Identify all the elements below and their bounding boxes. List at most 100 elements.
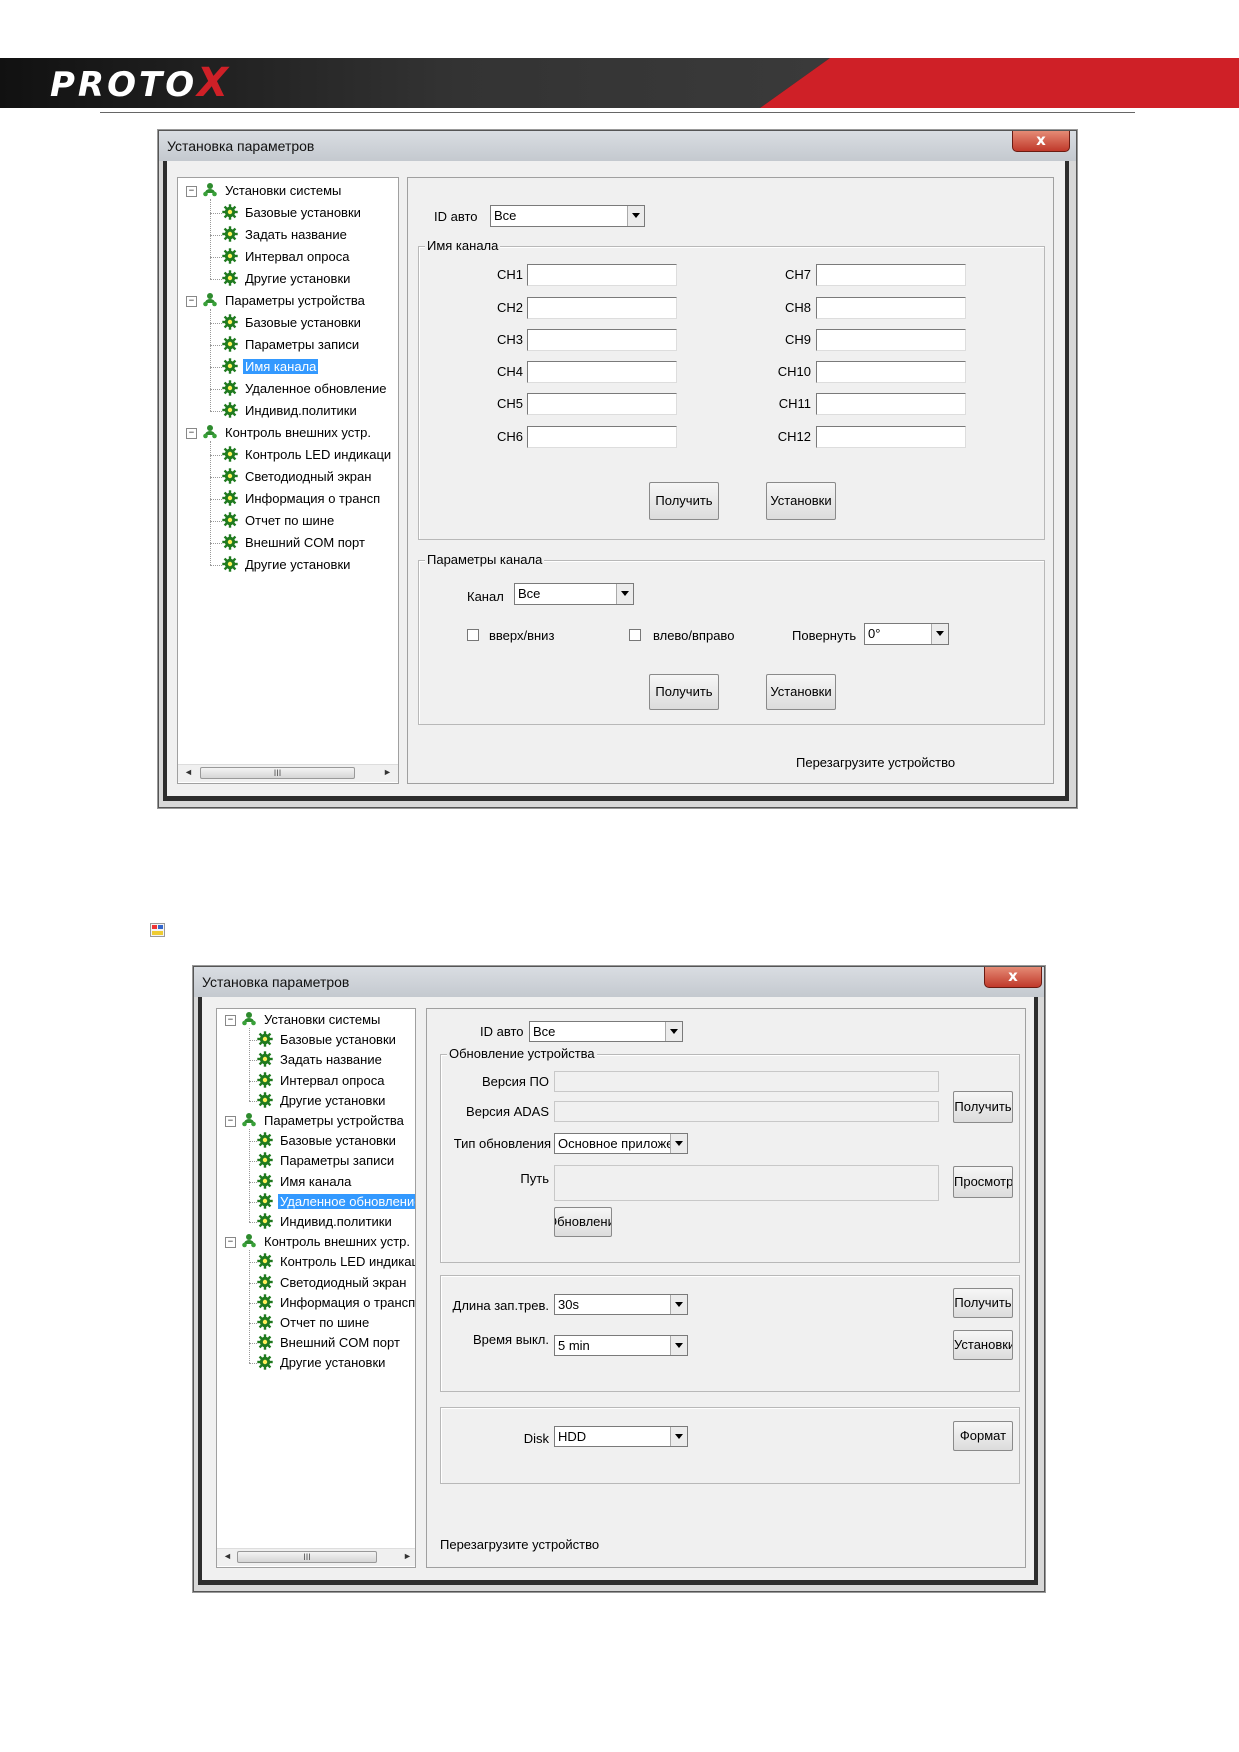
channel-name-input[interactable]	[527, 393, 677, 415]
channel-name-input[interactable]	[816, 297, 966, 319]
tree-leaf-node[interactable]: Базовые установки	[222, 204, 363, 222]
close-button[interactable]: x	[1012, 131, 1070, 152]
path-field[interactable]	[554, 1165, 939, 1201]
flip-horizontal-checkbox[interactable]	[629, 629, 641, 641]
tree-horizontal-scrollbar[interactable]: ◄ III ►	[178, 764, 398, 782]
channel-name-input[interactable]	[816, 393, 966, 415]
tree-leaf-node[interactable]: Задать название	[257, 1051, 384, 1069]
collapse-toggle-icon[interactable]: −	[225, 1237, 236, 1249]
channel-name-input[interactable]	[527, 264, 677, 286]
scroll-thumb[interactable]: III	[200, 767, 355, 779]
tree-leaf-node[interactable]: Внешний COM порт	[222, 534, 367, 552]
chevron-down-icon[interactable]	[616, 584, 633, 604]
update-type-select[interactable]: Основное приложе	[554, 1133, 688, 1154]
set-button-2[interactable]: Установки	[766, 674, 836, 710]
tree-leaf-node[interactable]: Базовые установки	[257, 1132, 398, 1150]
tree-leaf-node[interactable]: Другие установки	[257, 1354, 387, 1372]
chevron-down-icon[interactable]	[627, 206, 644, 226]
tree-leaf-node[interactable]: Другие установки	[222, 556, 352, 574]
tree-leaf-node[interactable]: Параметры записи	[222, 336, 361, 354]
id-auto-select[interactable]: Все	[529, 1021, 683, 1042]
channel-name-input[interactable]	[527, 329, 677, 351]
browse-button[interactable]: Просмотр	[953, 1166, 1013, 1198]
settings-tree[interactable]: ◄ III ► Установки системы − Базовые устано…	[216, 1008, 416, 1568]
tree-leaf-node[interactable]: Имя канала	[222, 358, 319, 376]
get-button[interactable]: Получить	[649, 482, 719, 520]
tree-group-node[interactable]: Параметры устройства	[202, 292, 367, 310]
disk-select[interactable]: HDD	[554, 1426, 688, 1447]
channel-name-input[interactable]	[816, 329, 966, 351]
tree-leaf-node[interactable]: Контроль LED индикаци	[222, 446, 393, 464]
flip-vertical-checkbox[interactable]	[467, 629, 479, 641]
alarm-length-select[interactable]: 30s	[554, 1294, 688, 1315]
tree-leaf-node[interactable]: Информация о трансп	[222, 490, 382, 508]
tree-leaf-node[interactable]: Удаленное обновление	[257, 1193, 415, 1211]
channel-name-input[interactable]	[527, 361, 677, 383]
tree-leaf-node[interactable]: Другие установки	[257, 1092, 387, 1110]
collapse-toggle-icon[interactable]: −	[225, 1116, 236, 1127]
channel-name-input[interactable]	[816, 426, 966, 448]
tree-leaf-node[interactable]: Светодиодный экран	[222, 468, 373, 486]
tree-line	[249, 1028, 250, 1101]
tree-leaf-node[interactable]: Удаленное обновление	[222, 380, 388, 398]
tree-group-node[interactable]: Установки системы	[241, 1011, 382, 1029]
window-titlebar[interactable]: Установка параметров	[159, 131, 1076, 161]
collapse-toggle-icon[interactable]: −	[225, 1015, 236, 1026]
tree-leaf-node[interactable]: Внешний COM порт	[257, 1334, 402, 1352]
chevron-down-icon[interactable]	[670, 1295, 687, 1314]
chevron-down-icon[interactable]	[665, 1022, 682, 1041]
tree-leaf-node[interactable]: Параметры записи	[257, 1152, 396, 1170]
tree-leaf-node[interactable]: Индивид.политики	[222, 402, 359, 420]
settings-tree[interactable]: ◄ III ► Установки системы − Базовые устано…	[177, 177, 399, 784]
scroll-right-icon[interactable]: ►	[383, 767, 392, 777]
set-button-2[interactable]: Установки	[953, 1330, 1013, 1360]
tree-horizontal-scrollbar[interactable]: ◄ III ►	[217, 1548, 415, 1566]
collapse-toggle-icon[interactable]: −	[186, 186, 197, 197]
channel-name-input[interactable]	[527, 426, 677, 448]
get-version-button[interactable]: Получить	[953, 1091, 1013, 1123]
get-button-2[interactable]: Получить	[953, 1288, 1013, 1318]
update-button[interactable]: Обновлени	[554, 1207, 612, 1237]
channel-select[interactable]: Все	[514, 583, 634, 605]
chevron-down-icon[interactable]	[670, 1134, 687, 1153]
tree-group-node[interactable]: Контроль внешних устр.	[241, 1233, 412, 1251]
scroll-left-icon[interactable]: ◄	[184, 767, 193, 777]
channel-name-input[interactable]	[527, 297, 677, 319]
tree-leaf-node[interactable]: Информация о трансп	[257, 1294, 415, 1312]
chevron-down-icon[interactable]	[670, 1336, 687, 1355]
close-button[interactable]: x	[984, 967, 1042, 988]
chevron-down-icon[interactable]	[931, 624, 948, 644]
collapse-toggle-icon[interactable]: −	[186, 296, 197, 307]
collapse-toggle-icon[interactable]: −	[186, 428, 197, 439]
tree-leaf-node[interactable]: Индивид.политики	[257, 1213, 394, 1231]
get-button-2[interactable]: Получить	[649, 674, 719, 710]
tree-group-node[interactable]: Параметры устройства	[241, 1112, 406, 1130]
tree-leaf-node[interactable]: Отчет по шине	[257, 1314, 371, 1332]
tree-leaf-node[interactable]: Имя канала	[257, 1172, 353, 1191]
channel-name-input[interactable]	[816, 264, 966, 286]
tree-leaf-node[interactable]: Другие установки	[222, 270, 352, 288]
tree-leaf-node[interactable]: Интервал опроса	[222, 248, 351, 266]
tree-group-node[interactable]: Установки системы	[202, 182, 343, 200]
tree-leaf-node[interactable]: Интервал опроса	[257, 1071, 386, 1090]
chevron-down-icon[interactable]	[670, 1427, 687, 1446]
scroll-left-icon[interactable]: ◄	[223, 1551, 232, 1561]
window-titlebar[interactable]: Установка параметров	[194, 967, 1044, 997]
scroll-right-icon[interactable]: ►	[403, 1551, 412, 1561]
tree-group-node[interactable]: Контроль внешних устр.	[202, 424, 373, 442]
tree-leaf-node[interactable]: Контроль LED индикаци	[257, 1253, 415, 1271]
tree-leaf-node[interactable]: Базовые установки	[222, 314, 363, 332]
tree-leaf-node[interactable]: Светодиодный экран	[257, 1273, 408, 1292]
tree-leaf-node[interactable]: Задать название	[222, 226, 349, 244]
tree-leaf-node[interactable]: Отчет по шине	[222, 512, 336, 530]
tree-leaf-node[interactable]: Базовые установки	[257, 1031, 398, 1049]
id-auto-select[interactable]: Все	[490, 205, 645, 227]
scroll-thumb[interactable]: III	[237, 1551, 377, 1563]
format-button[interactable]: Формат	[953, 1421, 1013, 1451]
reboot-status: Перезагрузите устройство	[440, 1537, 600, 1552]
set-button[interactable]: Установки	[766, 482, 836, 520]
channel-name-input[interactable]	[816, 361, 966, 383]
window-title: Установка параметров	[202, 974, 350, 990]
off-time-select[interactable]: 5 min	[554, 1335, 688, 1356]
rotate-select[interactable]: 0°	[864, 623, 949, 645]
